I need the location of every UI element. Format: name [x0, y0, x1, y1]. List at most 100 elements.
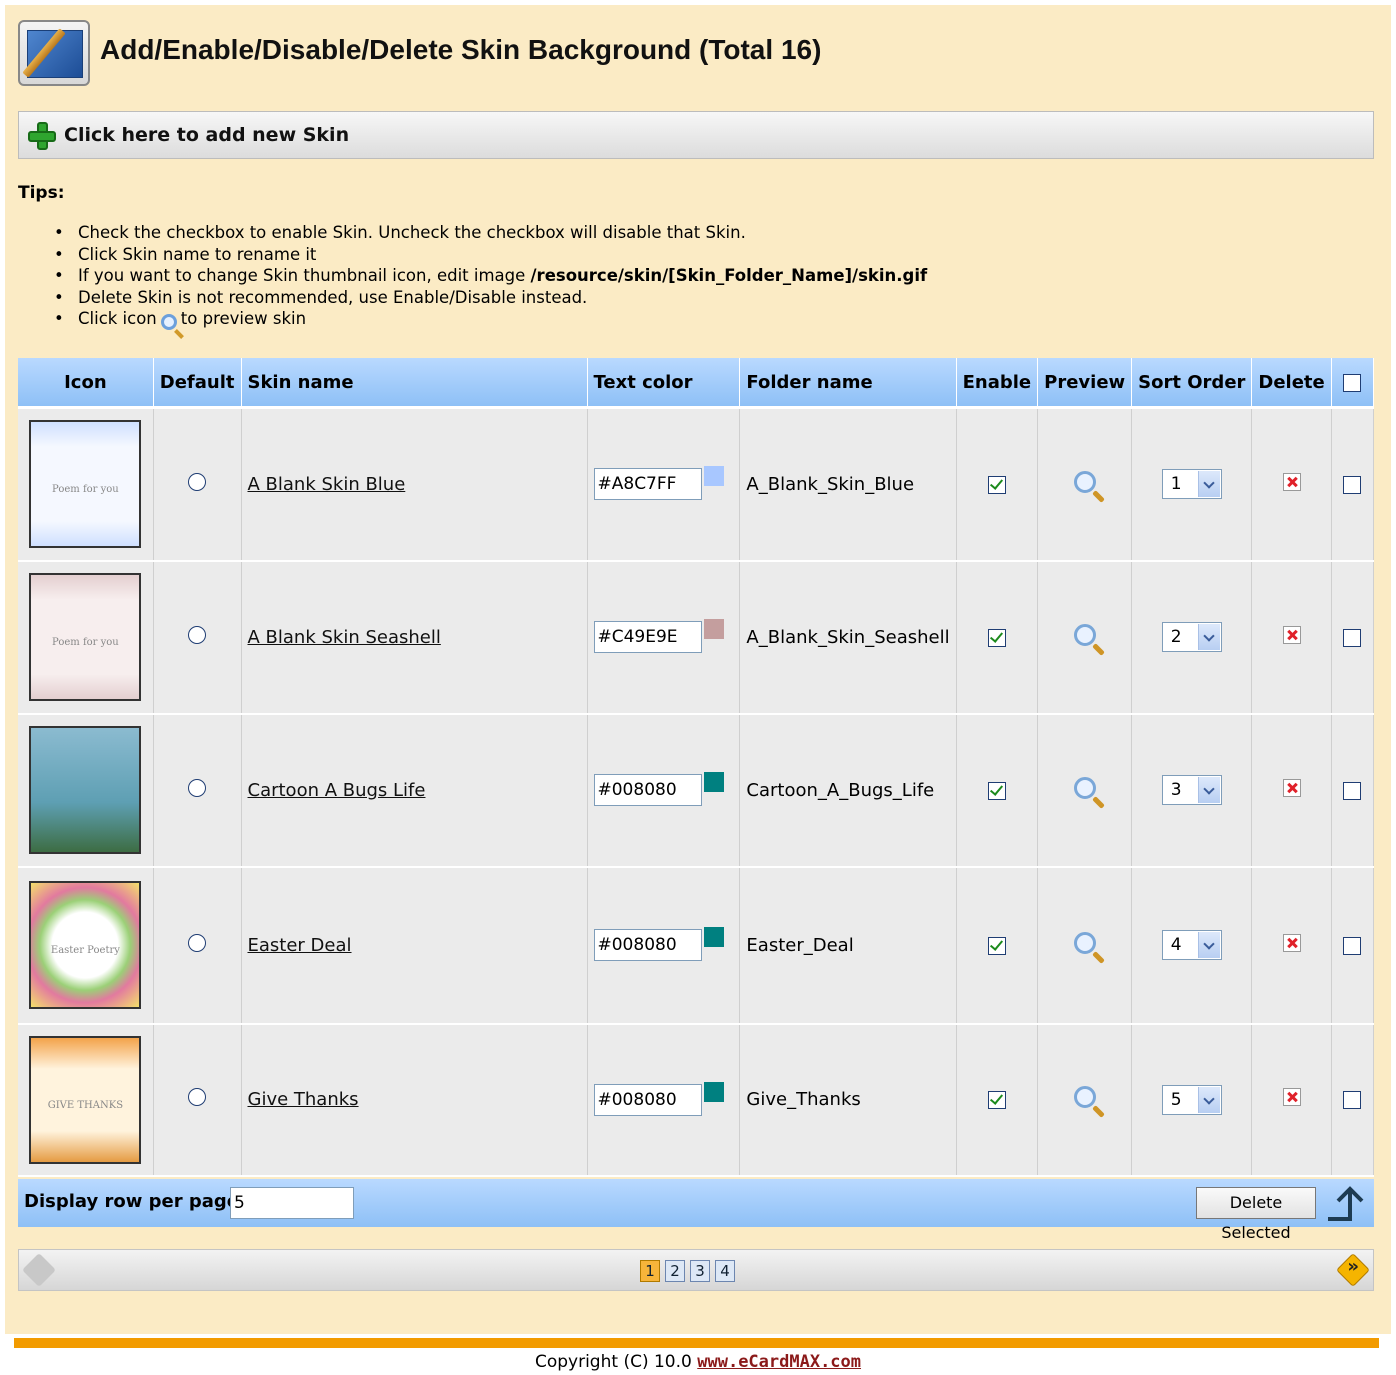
default-radio[interactable] [188, 625, 207, 644]
sort-order-cell: 4 [1131, 866, 1253, 1025]
previous-page-icon[interactable] [22, 1253, 56, 1287]
magnifier-icon [160, 314, 177, 330]
enable-checkbox[interactable] [987, 475, 1006, 494]
color-swatch[interactable] [703, 619, 724, 639]
delete-icon[interactable] [1282, 472, 1301, 491]
select-cell [1331, 866, 1375, 1025]
text-color-cell: #008080 [587, 713, 741, 868]
enable-checkbox[interactable] [987, 1091, 1006, 1109]
table-row: Poem for you A Blank Skin Blue #A8C7FF A_Bl… [18, 407, 1375, 562]
rows-per-page-input[interactable]: 5 [230, 1187, 354, 1219]
color-swatch[interactable] [703, 927, 724, 947]
delete-cell [1251, 713, 1332, 868]
delete-icon[interactable] [1282, 933, 1301, 952]
default-radio[interactable] [188, 933, 207, 952]
icon-cell: Poem for you [18, 560, 154, 715]
preview-magnifier-icon[interactable] [1073, 1086, 1096, 1108]
header-folder-name: Folder name [739, 358, 957, 409]
delete-icon[interactable] [1282, 625, 1301, 644]
text-color-cell: #008080 [587, 866, 741, 1025]
rows-per-page-label: Display row per page [24, 1191, 239, 1212]
text-color-input[interactable]: #C49E9E [593, 621, 702, 653]
chevron-down-icon[interactable] [1197, 777, 1220, 803]
delete-selected-button[interactable]: Delete Selected [1196, 1187, 1316, 1242]
text-color-cell: #008080 [587, 1023, 741, 1177]
plus-icon[interactable] [28, 122, 56, 150]
select-cell [1331, 713, 1375, 868]
default-cell [153, 713, 242, 868]
skin-name-cell: A Blank Skin Seashell [241, 560, 588, 715]
skin-thumbnail [29, 726, 142, 854]
sort-order-select[interactable]: 5 [1161, 1084, 1222, 1115]
skin-name-link[interactable]: Easter Deal [248, 935, 352, 956]
header-text-color: Text color [587, 358, 741, 409]
skin-name-link[interactable]: Cartoon A Bugs Life [248, 780, 426, 801]
chevron-down-icon[interactable] [1197, 624, 1220, 650]
skin-table: Icon Default Skin name Text color Folder… [18, 358, 1375, 1177]
skin-name-cell: A Blank Skin Blue [241, 407, 588, 562]
preview-magnifier-icon[interactable] [1073, 470, 1096, 493]
preview-magnifier-icon[interactable] [1073, 623, 1096, 646]
skin-name-link[interactable]: A Blank Skin Seashell [248, 627, 441, 648]
chevron-down-icon[interactable] [1197, 471, 1220, 498]
sort-order-select[interactable]: 3 [1161, 775, 1222, 805]
table-row: Easter Poetry Easter Deal #008080 Easter_De… [18, 866, 1375, 1025]
page-link[interactable]: 4 [715, 1260, 735, 1282]
select-all-checkbox[interactable] [1343, 373, 1362, 392]
enable-checkbox[interactable] [987, 936, 1006, 955]
page-link[interactable]: 2 [665, 1260, 685, 1282]
add-skin-bar[interactable]: Click here to add new Skin [18, 111, 1374, 159]
header-sort-order: Sort Order [1131, 358, 1253, 409]
header-select-all[interactable] [1331, 358, 1375, 409]
page-link[interactable]: 3 [690, 1260, 710, 1282]
select-cell [1331, 560, 1375, 715]
page-numbers: 1234 [640, 1260, 740, 1282]
color-swatch[interactable] [703, 466, 724, 487]
row-select-checkbox[interactable] [1343, 475, 1362, 494]
color-swatch[interactable] [703, 772, 724, 792]
default-radio[interactable] [188, 472, 207, 491]
skin-name-link[interactable]: Give Thanks [248, 1089, 359, 1110]
sort-order-select[interactable]: 2 [1161, 622, 1222, 652]
delete-icon[interactable] [1282, 778, 1301, 797]
row-select-checkbox[interactable] [1343, 936, 1362, 955]
skin-thumbnail: Easter Poetry [29, 881, 142, 1009]
icon-cell: GIVE THANKS [18, 1023, 154, 1177]
folder-name-cell: Cartoon_A_Bugs_Life [739, 713, 957, 868]
color-swatch[interactable] [703, 1081, 724, 1102]
text-color-input[interactable]: #008080 [593, 929, 702, 961]
skin-name-link[interactable]: A Blank Skin Blue [248, 474, 406, 495]
delete-icon[interactable] [1282, 1088, 1301, 1106]
back-to-top-icon[interactable] [1326, 1185, 1368, 1223]
default-radio[interactable] [188, 778, 207, 797]
row-select-checkbox[interactable] [1343, 781, 1362, 800]
edit-skin-icon [18, 20, 90, 86]
next-page-icon[interactable] [1336, 1253, 1370, 1287]
text-color-input[interactable]: #008080 [593, 1083, 702, 1116]
icon-cell: Easter Poetry [18, 866, 154, 1025]
chevron-down-icon[interactable] [1197, 932, 1220, 958]
text-color-input[interactable]: #A8C7FF [593, 468, 702, 501]
row-select-checkbox[interactable] [1343, 628, 1362, 647]
default-radio[interactable] [188, 1088, 207, 1106]
enable-checkbox[interactable] [987, 628, 1006, 647]
row-select-checkbox[interactable] [1343, 1091, 1362, 1109]
add-skin-link[interactable]: Click here to add new Skin [64, 124, 349, 146]
tips-title: Tips: [18, 183, 65, 203]
enable-checkbox[interactable] [987, 781, 1006, 800]
copyright-link[interactable]: www.eCardMAX.com [697, 1352, 861, 1372]
text-color-input[interactable]: #008080 [593, 774, 702, 806]
sort-order-select[interactable]: 4 [1161, 930, 1222, 960]
page-link[interactable]: 1 [640, 1260, 660, 1282]
preview-magnifier-icon[interactable] [1073, 931, 1096, 954]
chevron-down-icon[interactable] [1197, 1086, 1220, 1113]
select-cell [1331, 1023, 1375, 1177]
skin-thumbnail: Poem for you [29, 420, 142, 549]
sort-order-select[interactable]: 1 [1161, 469, 1222, 500]
folder-name-cell: A_Blank_Skin_Seashell [739, 560, 957, 715]
delete-cell [1251, 866, 1332, 1025]
icon-cell [18, 713, 154, 868]
enable-cell [956, 407, 1039, 562]
header-icon: Icon [18, 358, 154, 409]
preview-magnifier-icon[interactable] [1073, 776, 1096, 799]
